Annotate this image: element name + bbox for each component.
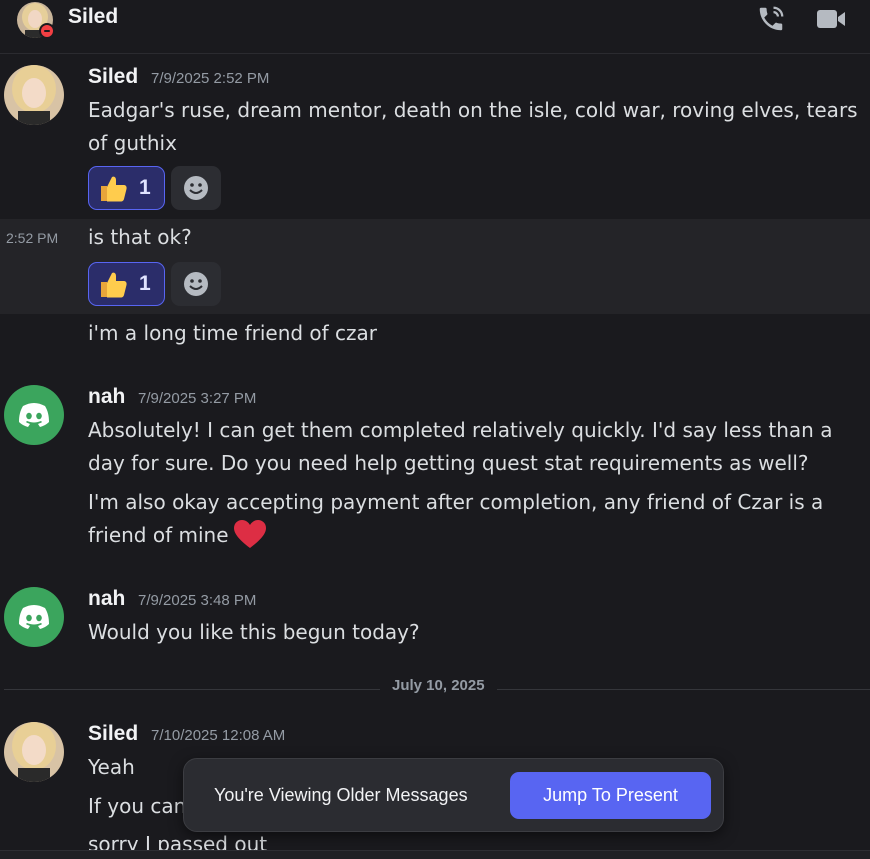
message-timestamp: 7/10/2025 12:08 AM [151,727,286,744]
add-reaction-button[interactable] [171,166,221,210]
compact-timestamp: 2:52 PM [6,230,59,246]
date-divider-label: July 10, 2025 [380,677,497,694]
reaction-thumbs-up[interactable]: 1 [88,166,165,210]
discord-logo-icon [19,605,49,629]
message-list[interactable]: Siled 7/9/2025 2:52 PM Eadgar's ruse, dr… [0,55,870,850]
message-row-hovered[interactable]: 2:52 PM is that ok? 1 [0,219,870,314]
channel-header: Siled [0,0,870,54]
dnd-status-icon [39,23,55,39]
user-avatar[interactable] [4,65,64,125]
user-avatar[interactable] [4,587,64,647]
message-timestamp: 7/9/2025 3:27 PM [138,390,257,407]
message-text: I'm also okay accepting payment after co… [88,486,848,552]
message-timestamp: 7/9/2025 3:48 PM [138,592,257,609]
message-text: Absolutely! I can get them completed rel… [88,418,833,475]
message-text-body: I'm also okay accepting payment after co… [88,490,824,547]
red-heart-icon [233,520,266,548]
jump-to-present-button[interactable]: Jump To Present [510,772,711,819]
message-text: Eadgar's ruse, dream mentor, death on th… [88,98,858,155]
video-camera-icon[interactable] [815,6,847,32]
reaction-count: 1 [139,272,151,295]
message-text: i'm a long time friend of czar [88,321,378,345]
message-composer-edge [0,850,870,859]
discord-logo-icon [19,403,49,427]
user-avatar[interactable] [4,385,64,445]
thumbs-up-icon [101,176,127,202]
add-reaction-button[interactable] [171,262,221,306]
user-avatar[interactable] [4,722,64,782]
reaction-count: 1 [139,176,151,199]
message-author[interactable]: nah [88,385,125,409]
smiley-icon [184,176,208,200]
phone-call-icon[interactable] [756,4,786,34]
smiley-icon [184,272,208,296]
message-author[interactable]: nah [88,587,125,611]
message-timestamp: 7/9/2025 2:52 PM [151,70,270,87]
thumbs-up-icon [101,272,127,298]
message-author[interactable]: Siled [88,65,138,89]
channel-title: Siled [68,5,119,28]
older-messages-banner: You're Viewing Older Messages Jump To Pr… [183,758,724,832]
reaction-thumbs-up[interactable]: 1 [88,262,165,306]
message-text: is that ok? [88,225,192,249]
message-text: Would you like this begun today? [88,620,420,644]
message-author[interactable]: Siled [88,722,138,746]
older-messages-label: You're Viewing Older Messages [214,785,468,805]
